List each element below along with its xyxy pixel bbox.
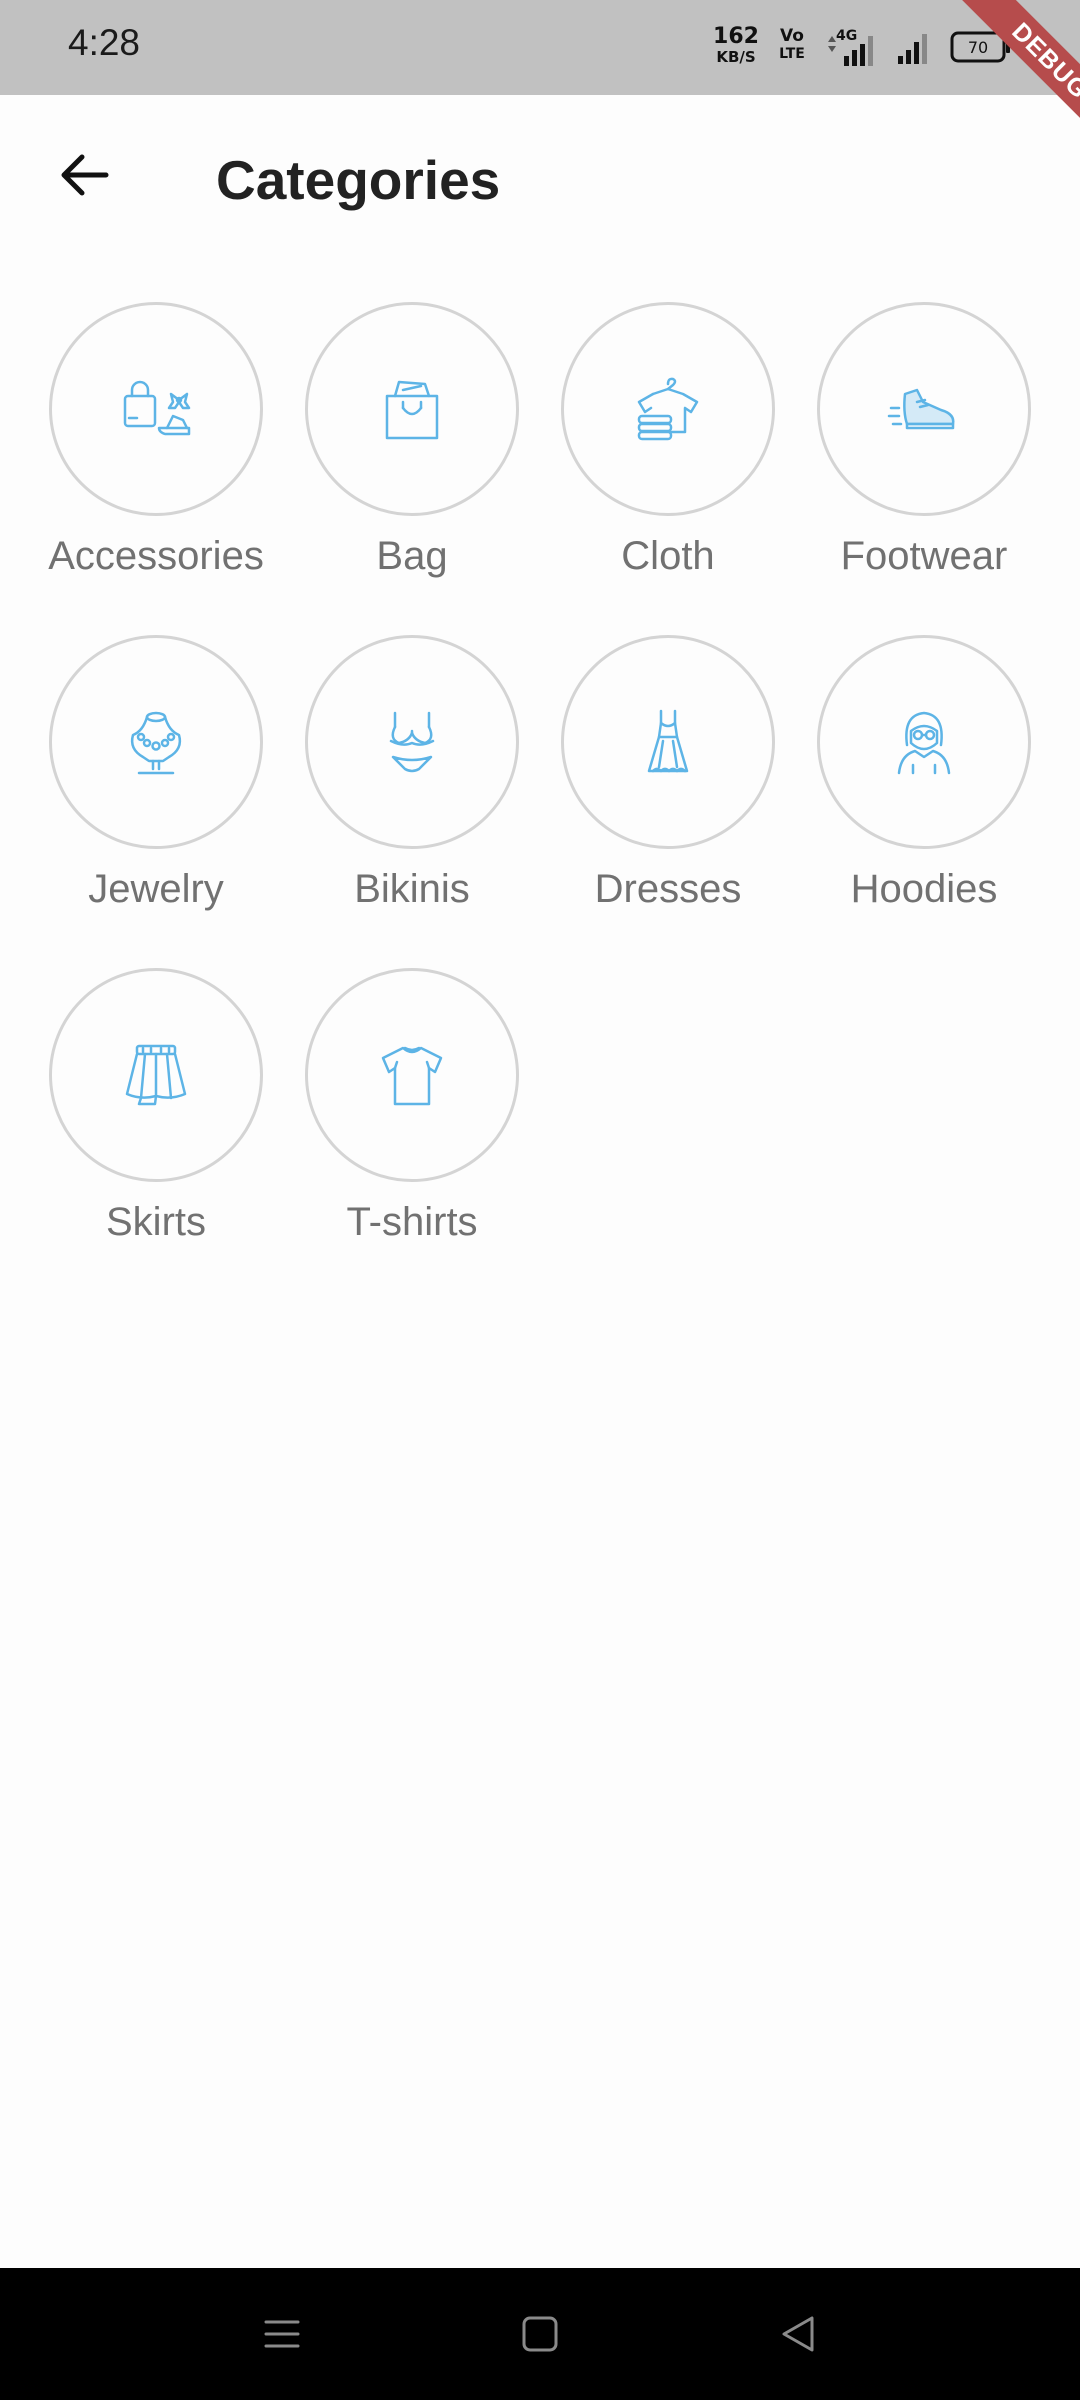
volte-indicator: Vo LTE <box>772 26 812 62</box>
skirt-icon <box>125 1044 187 1106</box>
page-title: Categories <box>216 149 501 211</box>
category-circle <box>49 635 263 849</box>
dress-icon <box>647 709 689 773</box>
recent-apps-button[interactable] <box>252 2304 312 2364</box>
category-circle <box>817 635 1031 849</box>
home-square-icon <box>522 2316 558 2352</box>
category-accessories[interactable]: Accessories <box>28 302 284 635</box>
hoodie-person-icon <box>897 711 951 775</box>
category-label: Footwear <box>840 534 1008 578</box>
back-button[interactable] <box>44 135 124 215</box>
volte-bottom: LTE <box>779 46 805 62</box>
app-header: Categories <box>0 95 1080 265</box>
category-circle <box>49 302 263 516</box>
sneaker-icon <box>887 388 955 430</box>
system-nav-bar <box>0 2268 1080 2400</box>
category-bag[interactable]: Bag <box>284 302 540 635</box>
network-speed: 162 KB/S <box>712 26 760 65</box>
arrow-left-icon <box>61 154 109 196</box>
network-speed-value: 162 <box>713 24 759 49</box>
battery-icon: 70 <box>950 30 1012 64</box>
category-tshirts[interactable]: T-shirts <box>284 968 540 1301</box>
category-circle <box>49 968 263 1182</box>
accessories-icon <box>123 380 191 436</box>
category-circle <box>305 968 519 1182</box>
status-time: 4:28 <box>68 22 141 63</box>
category-grid: Accessories Bag Cloth Footwear Jewelry B… <box>28 302 1052 1301</box>
clothing-stack-icon <box>637 377 699 441</box>
category-label: T-shirts <box>346 1200 478 1244</box>
category-bikinis[interactable]: Bikinis <box>284 635 540 968</box>
bikini-icon <box>389 711 435 773</box>
category-circle <box>817 302 1031 516</box>
category-jewelry[interactable]: Jewelry <box>28 635 284 968</box>
signal-strength-icon <box>896 30 936 66</box>
category-circle <box>305 635 519 849</box>
back-triangle-icon <box>782 2316 814 2352</box>
category-circle <box>561 635 775 849</box>
system-back-button[interactable] <box>768 2304 828 2364</box>
category-footwear[interactable]: Footwear <box>796 302 1052 635</box>
necklace-icon <box>130 711 182 775</box>
signal-4g-icon: 4G <box>824 28 884 68</box>
category-label: Cloth <box>621 534 715 578</box>
category-label: Accessories <box>48 534 264 578</box>
category-circle <box>561 302 775 516</box>
category-cloth[interactable]: Cloth <box>540 302 796 635</box>
category-label: Bikinis <box>354 867 470 911</box>
category-label: Skirts <box>106 1200 206 1244</box>
menu-icon <box>264 2320 300 2348</box>
category-label: Dresses <box>594 867 742 911</box>
category-label: Hoodies <box>850 867 998 911</box>
category-label: Jewelry <box>88 867 224 911</box>
home-button[interactable] <box>510 2304 570 2364</box>
network-speed-unit: KB/S <box>716 48 756 66</box>
tshirt-icon <box>381 1046 443 1106</box>
status-bar: 4:28 162 KB/S Vo LTE 4G 70 <box>0 0 1080 95</box>
volte-top: Vo <box>780 26 804 46</box>
category-hoodies[interactable]: Hoodies <box>796 635 1052 968</box>
category-circle <box>305 302 519 516</box>
network-type-label: 4G <box>836 28 858 44</box>
battery-level: 70 <box>968 38 988 57</box>
category-label: Bag <box>376 534 448 578</box>
shopping-bag-icon <box>385 380 439 440</box>
category-dresses[interactable]: Dresses <box>540 635 796 968</box>
category-skirts[interactable]: Skirts <box>28 968 284 1301</box>
